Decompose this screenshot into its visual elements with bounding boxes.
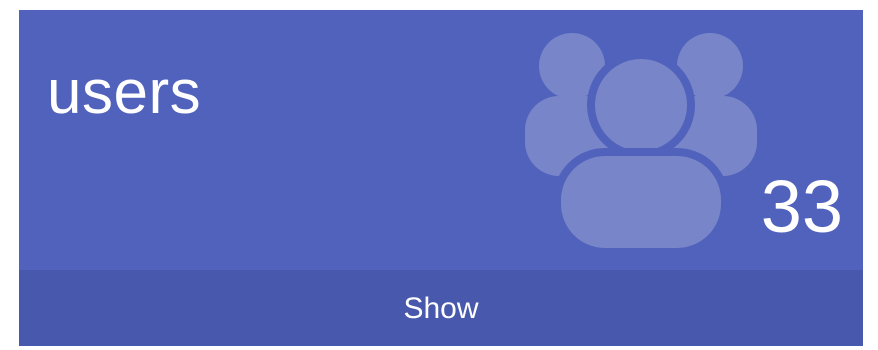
users-group-icon [525, 33, 757, 250]
show-button-label: Show [403, 292, 479, 325]
card-body: users 33 [19, 10, 863, 270]
show-button[interactable]: Show [19, 270, 863, 346]
users-stat-card: users 33 Show [19, 10, 863, 346]
card-count: 33 [760, 165, 843, 248]
card-title: users [47, 58, 202, 127]
